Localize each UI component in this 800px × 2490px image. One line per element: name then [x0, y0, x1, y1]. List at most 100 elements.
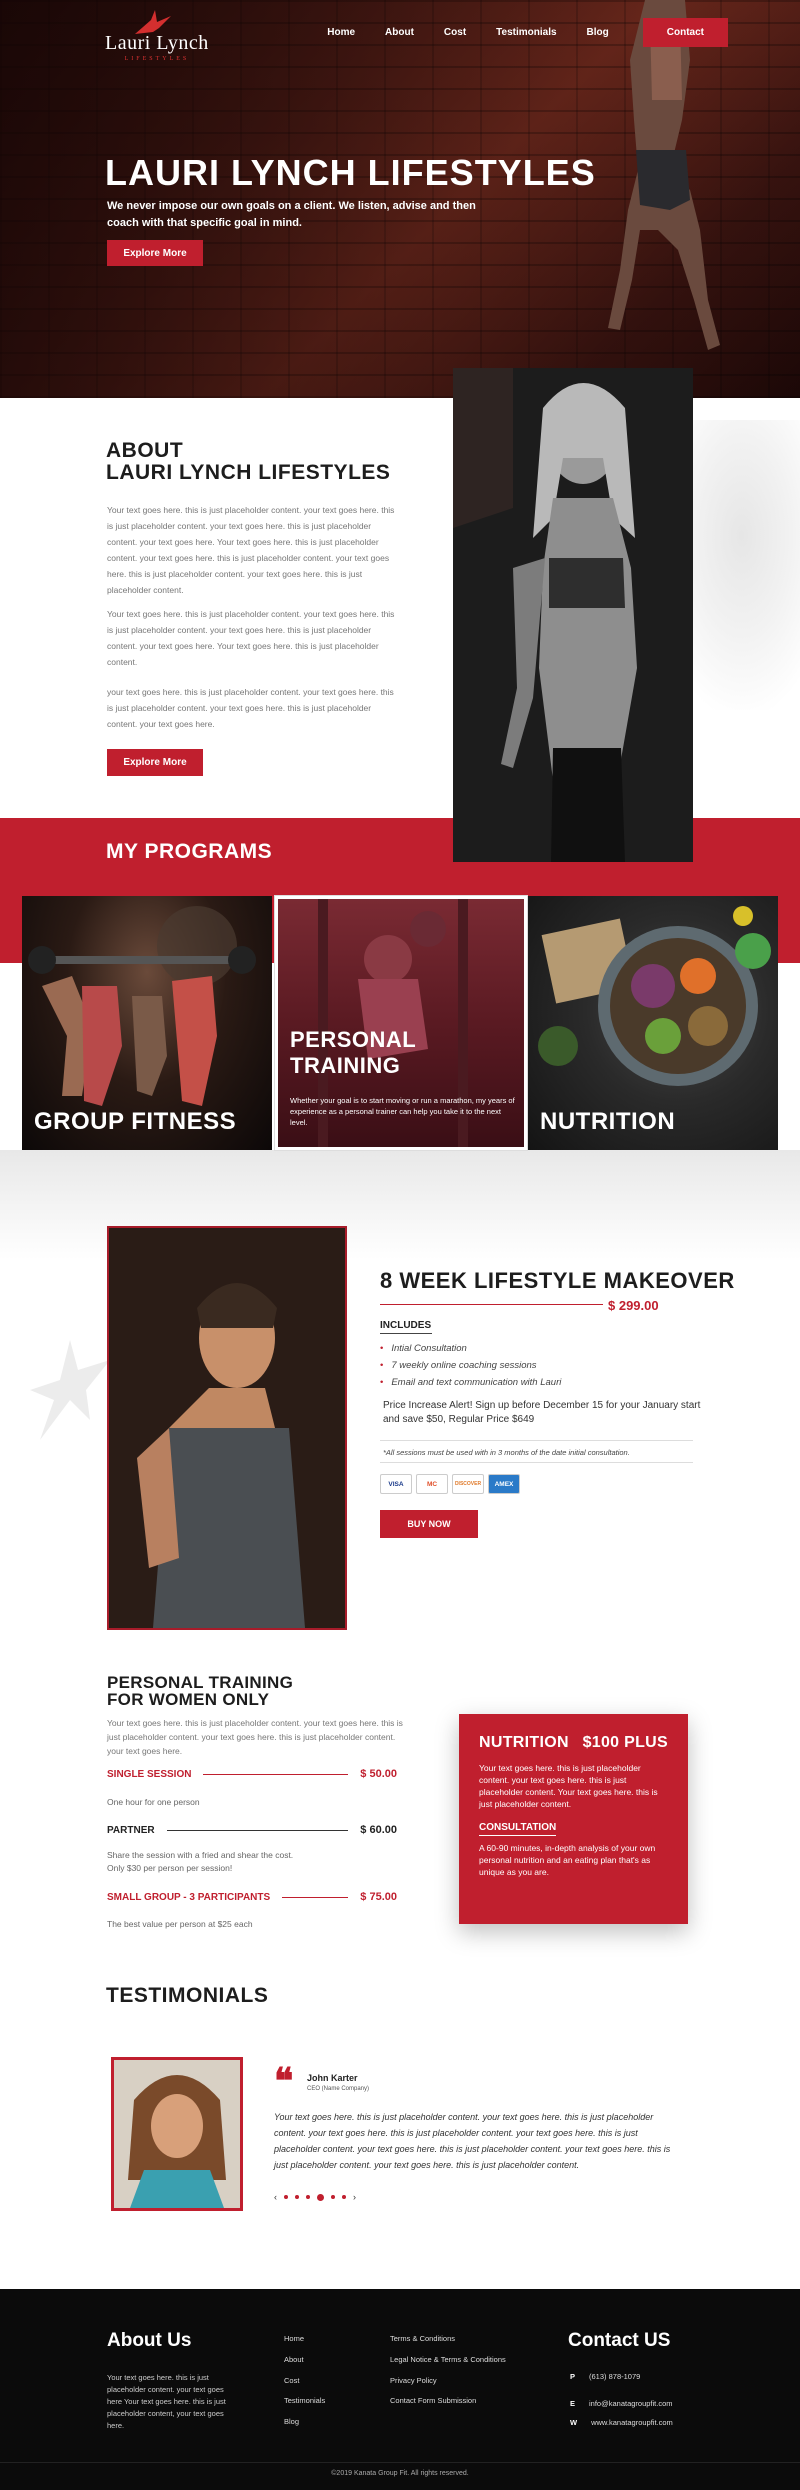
footer-divider: [0, 2462, 800, 2463]
logo[interactable]: Lauri Lynch LIFESTYLES: [105, 10, 209, 62]
personal-training-title-line1: PERSONAL TRAINING: [107, 1673, 294, 1692]
footer-link-privacy[interactable]: Privacy Policy: [390, 2376, 437, 2385]
program-card-nutrition[interactable]: NUTRITION: [528, 896, 778, 1150]
carousel-dot[interactable]: [342, 2195, 346, 2199]
testimonial-photo: [111, 2057, 243, 2211]
list-item: Intial Consultation: [380, 1340, 561, 1357]
about-explore-button[interactable]: Explore More: [107, 749, 203, 776]
program-label-nutrition: NUTRITION: [540, 1108, 676, 1135]
phone-value[interactable]: (613) 878-1079: [589, 2372, 640, 2381]
footer-link-blog[interactable]: Blog: [284, 2417, 299, 2426]
hero-section: Lauri Lynch LIFESTYLES Home About Cost T…: [0, 0, 800, 398]
price-row-line: [166, 1829, 349, 1831]
amex-card-icon: AMEX: [488, 1474, 520, 1494]
price-row-name: SMALL GROUP - 3 PARTICIPANTS: [107, 1891, 271, 1903]
nutrition-box-consultation-text: A 60-90 minutes, in-depth analysis of yo…: [479, 1843, 656, 1877]
price-row-price: $ 75.00: [360, 1891, 397, 1903]
footer-about-title: About Us: [107, 2330, 192, 2351]
phone-label: P: [570, 2372, 576, 2381]
price-row-desc: The best value per person at $25 each: [107, 1919, 253, 1929]
personal-training-title-line2: FOR WOMEN ONLY: [107, 1690, 270, 1709]
hero-explore-button[interactable]: Explore More: [107, 240, 203, 266]
about-paragraph-2: Your text goes here. this is just placeh…: [107, 609, 395, 667]
footer-contact-web: Wwww.kanatagroupfit.com: [570, 2418, 673, 2427]
price-row-partner: PARTNER $ 60.00: [107, 1823, 397, 1837]
makeover-price-line: [380, 1304, 603, 1305]
mastercard-icon: MC: [416, 1474, 448, 1494]
makeover-price-alert: Price Increase Alert! Sign up before Dec…: [383, 1400, 701, 1425]
carousel-dot[interactable]: [284, 2195, 288, 2199]
footer-link-about[interactable]: About: [284, 2355, 304, 2364]
about-paragraph-3: your text goes here. this is just placeh…: [107, 687, 394, 729]
background-bird-watermark: [30, 1340, 110, 1440]
program-card-group-fitness[interactable]: GROUP FITNESS: [22, 896, 272, 1150]
carousel-dot[interactable]: [306, 2195, 310, 2199]
divider: [380, 1440, 693, 1441]
quote-icon: ❝: [274, 2061, 294, 2101]
nutrition-price-box: NUTRITION $100 PLUS Your text goes here.…: [459, 1714, 688, 1924]
chevron-right-icon[interactable]: ›: [353, 2192, 356, 2202]
email-label: E: [570, 2399, 576, 2408]
nav-about[interactable]: About: [385, 27, 414, 38]
footer-contact-phone: P (613) 878-1079: [570, 2372, 640, 2381]
payment-cards: VISA MC DISCOVER AMEX: [380, 1474, 520, 1494]
price-row-price: $ 50.00: [360, 1768, 397, 1780]
about-title: ABOUT LAURI LYNCH LIFESTYLES: [106, 440, 390, 484]
carousel-dot-active[interactable]: [317, 2193, 324, 2201]
hero-title: LAURI LYNCH LIFESTYLES: [105, 152, 596, 193]
footer-link-testimonials[interactable]: Testimonials: [284, 2396, 325, 2405]
program-desc-personal-training: Whether your goal is to start moving or …: [290, 1096, 515, 1127]
testimonial-carousel-nav: ‹ ›: [274, 2192, 356, 2202]
program-label-group-fitness: GROUP FITNESS: [34, 1108, 237, 1135]
makeover-portrait-image: [107, 1226, 347, 1630]
list-item: Email and text communication with Lauri: [380, 1374, 561, 1391]
program-label-personal-training: PERSONAL TRAINING: [290, 1027, 416, 1078]
web-value[interactable]: www.kanatagroupfit.com: [591, 2418, 673, 2427]
price-row-line: [282, 1896, 349, 1898]
nav-contact-button[interactable]: Contact: [642, 18, 728, 47]
nav-blog[interactable]: Blog: [587, 27, 609, 38]
footer-contact-title: Contact US: [568, 2330, 671, 2351]
price-row-desc: Only $30 per person per session!: [107, 1863, 233, 1873]
footer-contact-email: Einfo@kanatagroupfit.com: [570, 2399, 673, 2408]
buy-now-button[interactable]: BUY NOW: [380, 1510, 478, 1538]
testimonials-title: TESTIMONIALS: [106, 1984, 269, 2007]
nutrition-box-price: $100 PLUS: [582, 1734, 668, 1751]
footer-link-terms[interactable]: Terms & Conditions: [390, 2334, 455, 2343]
nav-testimonials[interactable]: Testimonials: [496, 27, 556, 38]
nav-home[interactable]: Home: [327, 27, 355, 38]
footer-link-home[interactable]: Home: [284, 2334, 304, 2343]
testimonial-text: Your text goes here. this is just placeh…: [274, 2112, 671, 2170]
list-item: 7 weekly online coaching sessions: [380, 1357, 561, 1374]
email-value[interactable]: info@kanatagroupfit.com: [589, 2399, 673, 2408]
makeover-note: *All sessions must be used with in 3 mon…: [383, 1448, 630, 1457]
about-title-line2: LAURI LYNCH LIFESTYLES: [106, 461, 391, 484]
hero-subtitle: We never impose our own goals on a clien…: [107, 200, 476, 229]
carousel-dot[interactable]: [331, 2195, 335, 2199]
program-card-personal-training[interactable]: PERSONAL TRAINING Whether your goal is t…: [275, 896, 527, 1150]
logo-subtitle: LIFESTYLES: [124, 56, 190, 62]
web-label: W: [570, 2418, 578, 2427]
price-row-desc: One hour for one person: [107, 1797, 200, 1807]
footer-link-contact-form[interactable]: Contact Form Submission: [390, 2396, 476, 2405]
hero-athlete-image: [608, 0, 720, 350]
footer-link-legal-notice[interactable]: Legal Notice & Terms & Conditions: [390, 2355, 506, 2364]
carousel-dot[interactable]: [295, 2195, 299, 2199]
price-row-desc: Share the session with a fried and shear…: [107, 1850, 294, 1860]
price-row-name: PARTNER: [107, 1824, 155, 1836]
footer-link-cost[interactable]: Cost: [284, 2376, 299, 2385]
visa-card-icon: VISA: [380, 1474, 412, 1494]
personal-training-intro: Your text goes here. this is just placeh…: [107, 1718, 403, 1756]
divider: [380, 1462, 693, 1463]
footer-copyright: ©2019 Kanata Group Fit. All rights reser…: [331, 2470, 469, 2477]
makeover-price: $ 299.00: [608, 1298, 659, 1313]
nutrition-box-consultation-heading: CONSULTATION: [479, 1822, 557, 1836]
about-paragraph-1: Your text goes here. this is just placeh…: [107, 505, 395, 595]
logo-bird-icon: [135, 10, 171, 34]
testimonial-person-figure: [114, 2060, 240, 2208]
makeover-includes-heading: INCLUDES: [380, 1320, 432, 1331]
chevron-left-icon[interactable]: ‹: [274, 2192, 277, 2202]
discover-card-icon: DISCOVER: [452, 1474, 484, 1494]
main-nav: Home About Cost Testimonials Blog Contac…: [297, 18, 728, 47]
nav-cost[interactable]: Cost: [444, 27, 466, 38]
